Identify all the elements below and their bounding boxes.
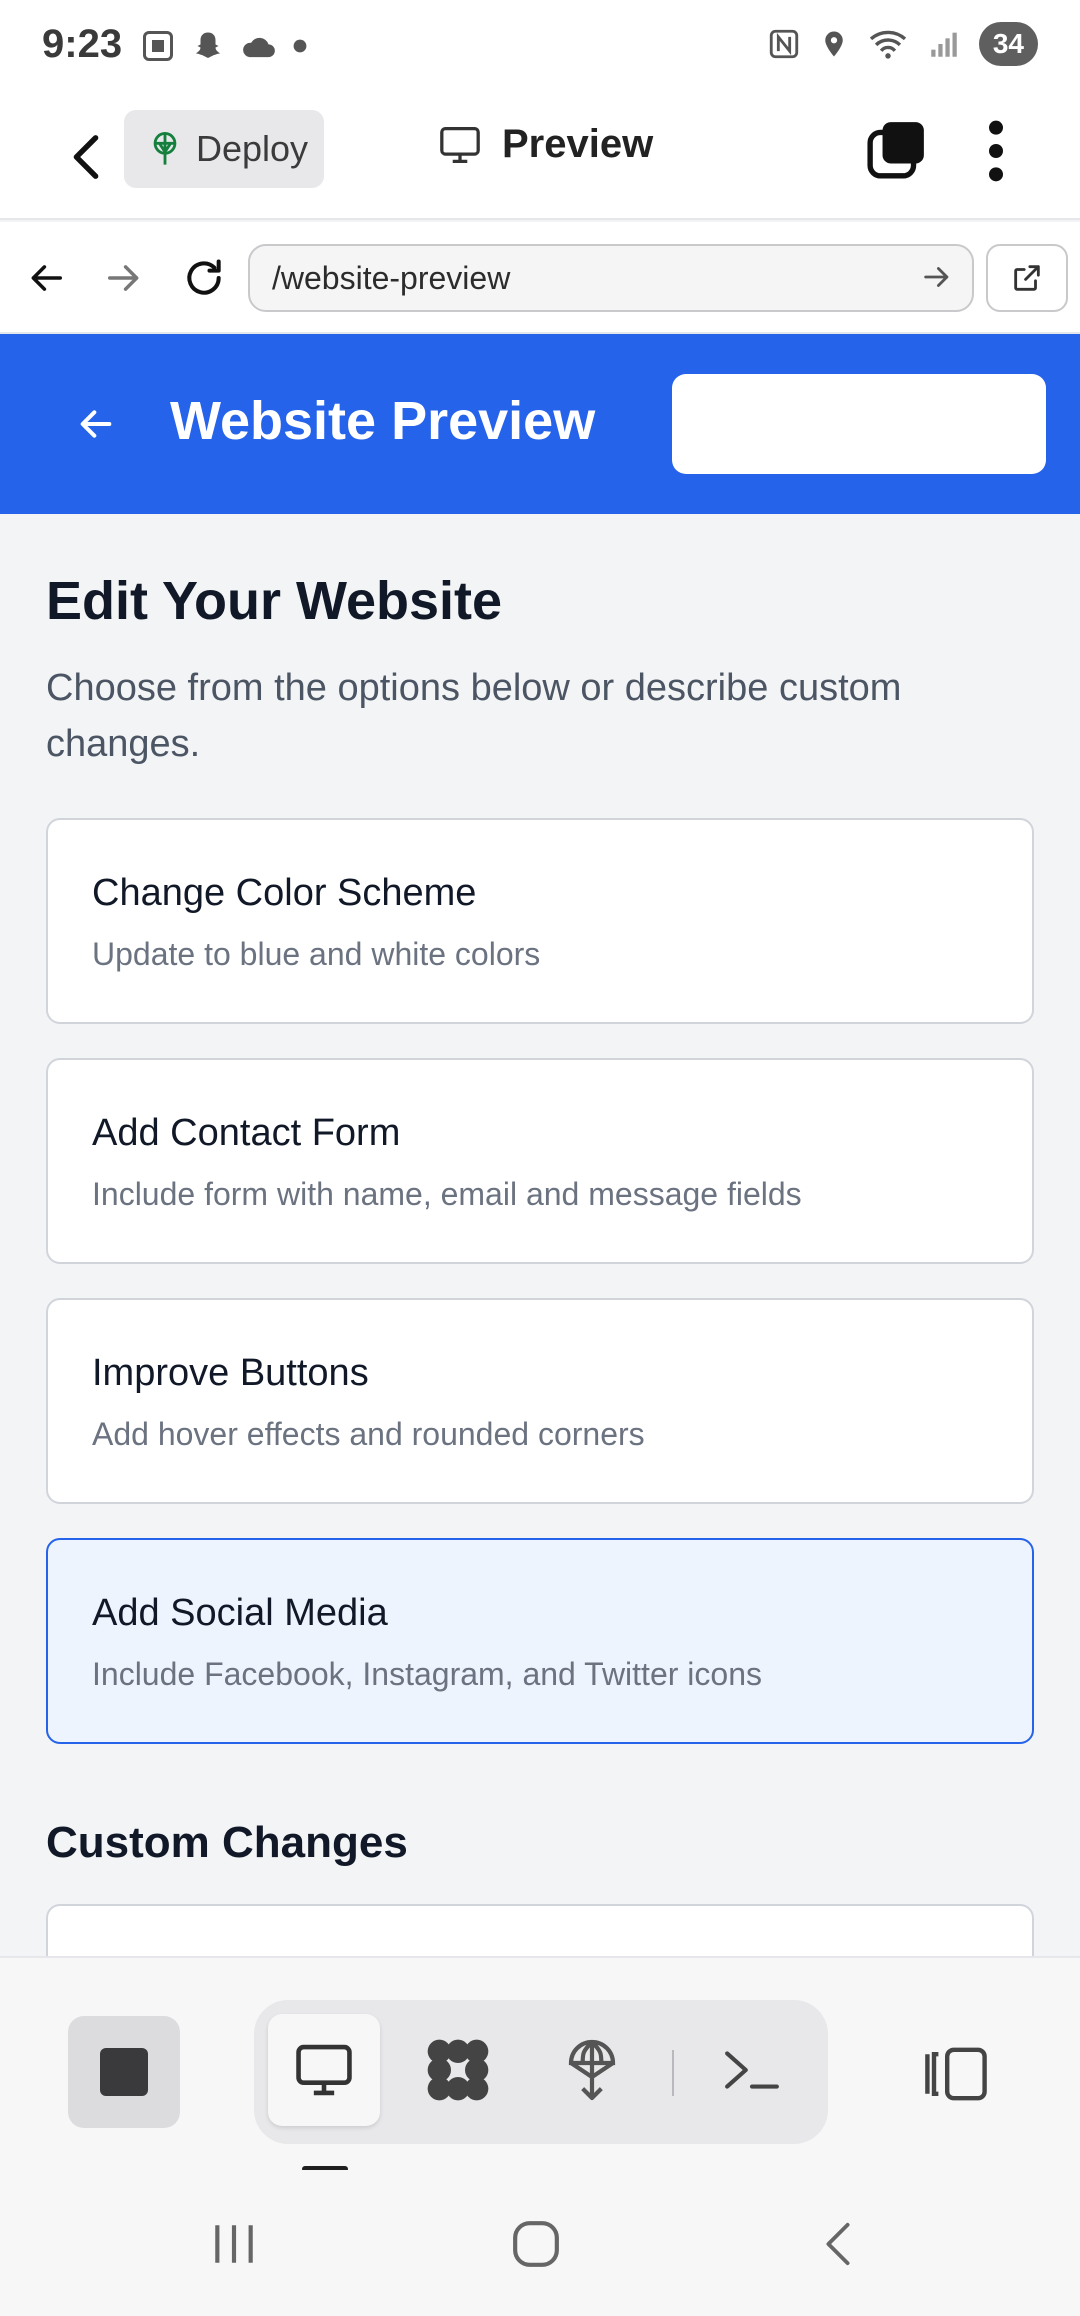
deploy-icon (153, 132, 177, 165)
recents-icon (215, 2225, 253, 2263)
browser-forward-button[interactable] (96, 250, 152, 306)
stop-icon (100, 2048, 148, 2096)
option-title: Add Contact Form (92, 1112, 401, 1154)
screenshot-icon (143, 31, 173, 61)
desktop-icon (440, 126, 480, 163)
status-right-icons: 34 (767, 22, 1038, 66)
url-text: /website-preview (272, 259, 511, 296)
panel-icon (925, 2047, 987, 2101)
page-heading: Edit Your Website (46, 571, 503, 631)
option-change-color-scheme[interactable]: Change Color Scheme Update to blue and w… (46, 818, 1034, 1024)
arrow-left-icon (31, 265, 62, 291)
status-time: 9:23 (42, 22, 123, 66)
deploy-button[interactable]: Deploy (124, 110, 324, 188)
main-content: Edit Your Website Choose from the option… (0, 514, 1080, 1956)
url-bar: /website-preview (0, 222, 1080, 334)
option-improve-buttons[interactable]: Improve Buttons Add hover effects and ro… (46, 1298, 1034, 1504)
deploy-view-button[interactable] (536, 2014, 648, 2126)
preview-label: Preview (502, 122, 654, 166)
arrow-left-icon (80, 410, 112, 438)
terminal-view-button[interactable] (696, 2014, 808, 2126)
nfc-icon (769, 29, 799, 59)
option-description: Include Facebook, Instagram, and Twitter… (92, 1656, 762, 1692)
custom-changes-input[interactable] (46, 1904, 1034, 1956)
chevron-left-icon (826, 2222, 850, 2266)
option-title: Add Social Media (92, 1592, 388, 1634)
cloud-icon (243, 37, 275, 58)
custom-changes-heading: Custom Changes (46, 1818, 408, 1867)
home-button[interactable] (496, 2204, 576, 2284)
recents-button[interactable] (194, 2204, 274, 2284)
option-description: Include form with name, email and messag… (92, 1176, 802, 1212)
home-icon (513, 2221, 559, 2267)
location-icon (825, 31, 843, 57)
wifi-icon (869, 30, 906, 59)
option-add-social-media[interactable]: Add Social Media Include Facebook, Insta… (46, 1538, 1034, 1744)
more-options-button[interactable] (972, 116, 1020, 186)
windows-icon (867, 122, 924, 179)
chevron-left-icon (73, 135, 99, 179)
option-description: Add hover effects and rounded corners (92, 1416, 645, 1452)
snapchat-icon (196, 32, 220, 58)
arrow-right-icon (924, 267, 949, 287)
go-button[interactable] (920, 260, 954, 302)
external-link-icon (1014, 265, 1040, 291)
app-bar: Deploy Preview (0, 96, 1080, 220)
option-description: Update to blue and white colors (92, 936, 541, 972)
option-title: Change Color Scheme (92, 872, 477, 914)
panel-toggle-button[interactable] (916, 2034, 996, 2114)
url-input[interactable]: /website-preview (248, 244, 974, 312)
status-left-icons (140, 28, 308, 64)
battery-indicator: 34 (978, 22, 1038, 66)
arrow-right-icon (108, 265, 139, 291)
site-title: Website Preview (170, 391, 596, 451)
reload-icon (187, 259, 221, 295)
stop-button[interactable] (68, 2016, 180, 2128)
desktop-view-button[interactable] (268, 2014, 380, 2126)
view-switcher (254, 2000, 828, 2144)
system-nav-bar (0, 2170, 1080, 2316)
more-vertical-icon (989, 120, 1003, 182)
desktop-icon (296, 2044, 352, 2096)
page-subheading: Choose from the options below or describ… (46, 667, 902, 765)
apps-icon (427, 2039, 489, 2101)
reload-button[interactable] (176, 250, 232, 306)
status-bar: 9:23 34 (0, 0, 1080, 96)
preview-title: Preview (438, 122, 653, 167)
open-external-button[interactable] (986, 244, 1068, 312)
browser-back-button[interactable] (18, 250, 74, 306)
dot-icon (293, 39, 307, 53)
signal-icon (931, 32, 957, 57)
bottom-toolbar (0, 1956, 1080, 2172)
header-action-button[interactable] (672, 374, 1046, 474)
site-header: Website Preview (0, 334, 1080, 514)
terminal-icon (725, 2051, 779, 2089)
back-button[interactable] (56, 122, 116, 192)
apps-view-button[interactable] (402, 2014, 514, 2126)
windows-button[interactable] (866, 118, 928, 180)
option-add-contact-form[interactable]: Add Contact Form Include form with name,… (46, 1058, 1034, 1264)
site-back-button[interactable] (64, 392, 128, 456)
deploy-label: Deploy (196, 128, 309, 169)
deploy-icon (568, 2039, 616, 2101)
system-back-button[interactable] (798, 2204, 878, 2284)
option-title: Improve Buttons (92, 1352, 369, 1394)
toolbar-divider (672, 2050, 674, 2096)
